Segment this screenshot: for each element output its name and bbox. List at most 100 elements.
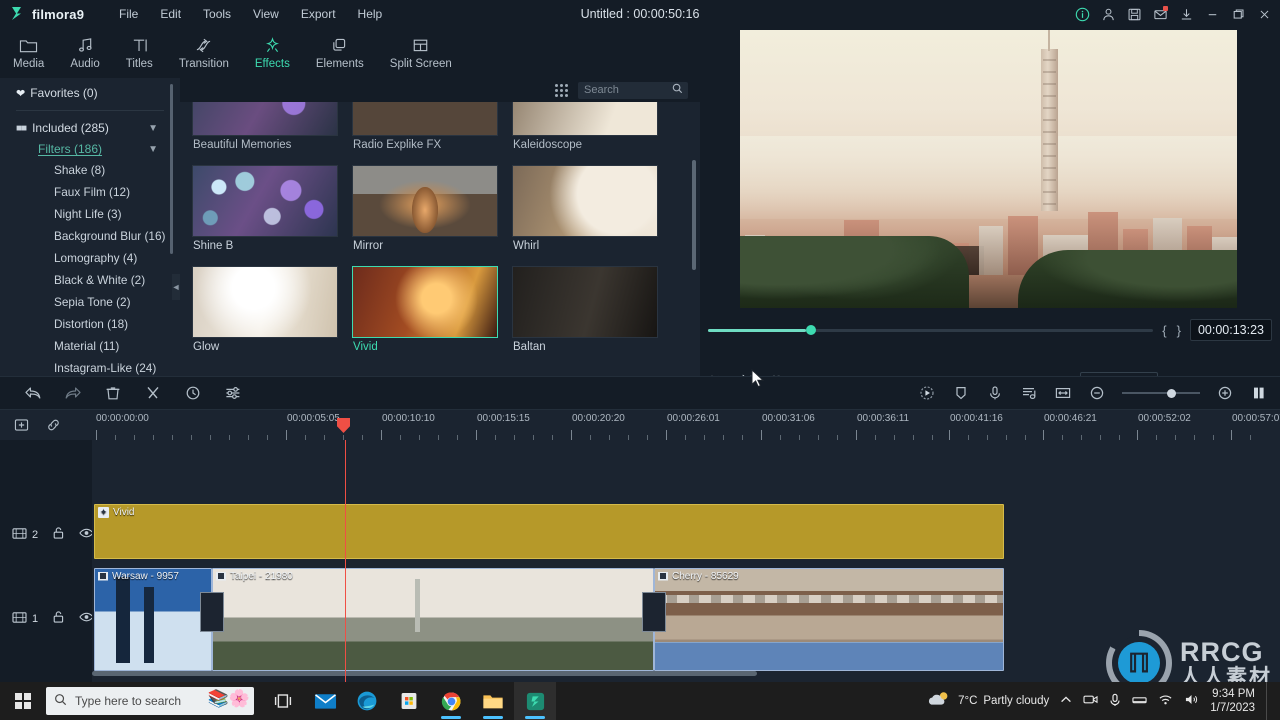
info-icon[interactable] — [1070, 2, 1094, 26]
effect-thumbnail[interactable] — [512, 102, 658, 136]
seek-slider[interactable] — [708, 325, 1154, 335]
tab-media[interactable]: Media — [0, 28, 57, 78]
effect-cell-whirl[interactable]: Whirl — [512, 165, 658, 252]
timeline-ruler[interactable]: 00:00:00:00 00:00:05:05 00:00:10:10 00:0… — [92, 410, 1280, 440]
seek-handle[interactable] — [805, 325, 816, 335]
tray-camera-icon[interactable] — [1083, 693, 1098, 709]
grid-view-icon[interactable] — [555, 83, 568, 97]
undo-button[interactable] — [24, 384, 42, 402]
timeline-zoom-handle[interactable] — [1167, 388, 1177, 398]
timeline-horizontal-scrollbar[interactable] — [92, 671, 757, 676]
mail-app-icon[interactable] — [304, 682, 346, 720]
render-preview-button[interactable] — [918, 384, 936, 402]
tab-transition[interactable]: Transition — [166, 28, 242, 78]
chrome-app-icon[interactable] — [430, 682, 472, 720]
sidebar-item-shake[interactable]: Shake (8) — [0, 159, 180, 181]
tab-effects[interactable]: Effects — [242, 28, 303, 78]
effect-thumbnail[interactable] — [192, 165, 338, 237]
effect-cell-glow[interactable]: Glow — [192, 266, 338, 353]
search-input[interactable] — [584, 84, 672, 96]
close-icon[interactable] — [1252, 2, 1276, 26]
track-lock-icon[interactable] — [52, 526, 65, 543]
split-button[interactable] — [144, 384, 162, 402]
sidebar-collapse-handle[interactable]: ◄ — [172, 274, 180, 300]
tab-audio[interactable]: Audio — [57, 28, 112, 78]
effect-thumbnail[interactable] — [192, 102, 338, 136]
chevron-down-icon[interactable]: ▼ — [148, 123, 158, 134]
sidebar-item-black-and-white[interactable]: Black & White (2) — [0, 269, 180, 291]
sidebar-item-lomography[interactable]: Lomography (4) — [0, 247, 180, 269]
tray-notification-icon[interactable] — [1132, 694, 1147, 709]
menu-item-file[interactable]: File — [108, 3, 149, 25]
sidebar-group-included[interactable]: ■■ Included (285) ▼ — [0, 117, 180, 139]
effect-cell-shine-b[interactable]: Shine B — [192, 165, 338, 252]
chevron-down-icon[interactable]: ▼ — [148, 144, 158, 155]
fit-timeline-button[interactable] — [1054, 384, 1072, 402]
zoom-out-button[interactable] — [1088, 384, 1106, 402]
tab-elements[interactable]: Elements — [303, 28, 377, 78]
taskbar-clock[interactable]: 9:34 PM 1/7/2023 — [1210, 687, 1255, 716]
edge-app-icon[interactable] — [346, 682, 388, 720]
timeline-clip-cherry[interactable]: Cherry - 85629 — [654, 568, 1004, 671]
speed-button[interactable] — [184, 384, 202, 402]
effect-cell[interactable]: Kaleidoscope — [512, 102, 658, 151]
effect-thumbnail[interactable] — [192, 266, 338, 338]
transition-marker-1[interactable] — [200, 592, 224, 632]
tray-expand-icon[interactable] — [1060, 695, 1072, 708]
timeline-zoom-slider[interactable] — [1122, 388, 1200, 398]
browser-scrollbar[interactable] — [692, 160, 696, 270]
track-lock-icon[interactable] — [52, 610, 65, 627]
effect-thumbnail[interactable] — [512, 266, 658, 338]
link-clips-button[interactable] — [44, 416, 62, 434]
sidebar-item-favorites[interactable]: ❤ Favorites (0) — [0, 78, 180, 108]
mark-out-icon[interactable]: } — [1176, 323, 1182, 338]
show-desktop-button[interactable] — [1266, 682, 1272, 720]
delete-button[interactable] — [104, 384, 122, 402]
weather-widget[interactable]: 7°C Partly cloudy — [928, 690, 1049, 712]
timeline-clip-taipei[interactable]: Taipei - 21980 — [212, 568, 654, 671]
filmora-app-icon[interactable] — [514, 682, 556, 720]
download-icon[interactable] — [1174, 2, 1198, 26]
effect-thumbnail[interactable] — [352, 102, 498, 136]
preview-timecode[interactable]: 00:00:13:23 — [1189, 319, 1272, 341]
audio-mixer-button[interactable] — [1020, 384, 1038, 402]
menu-item-export[interactable]: Export — [290, 3, 347, 25]
effect-cell-baltan[interactable]: Baltan — [512, 266, 658, 353]
taskbar-search[interactable]: Type here to search 📚🌸 — [46, 687, 254, 715]
marker-button[interactable] — [952, 384, 970, 402]
sidebar-item-background-blur[interactable]: Background Blur (16) — [0, 225, 180, 247]
menu-item-view[interactable]: View — [242, 3, 290, 25]
file-explorer-icon[interactable] — [472, 682, 514, 720]
effect-cell[interactable]: Radio Explike FX — [352, 102, 498, 151]
store-app-icon[interactable] — [388, 682, 430, 720]
effect-thumbnail[interactable] — [352, 266, 498, 338]
add-track-button[interactable] — [12, 416, 30, 434]
mail-icon[interactable] — [1148, 2, 1172, 26]
sidebar-item-instagram-like[interactable]: Instagram-Like (24) — [0, 357, 180, 376]
task-view-icon[interactable] — [262, 682, 304, 720]
effect-thumbnail[interactable] — [352, 165, 498, 237]
menu-item-edit[interactable]: Edit — [149, 3, 192, 25]
tab-titles[interactable]: Titles — [113, 28, 166, 78]
detach-panel-button[interactable] — [1250, 384, 1268, 402]
sidebar-item-night-life[interactable]: Night Life (3) — [0, 203, 180, 225]
timeline-canvas[interactable]: ✦ Vivid Warsaw - 9957 Taipei - 21980 Che… — [92, 440, 1280, 682]
transition-marker-2[interactable] — [642, 592, 666, 632]
minimize-icon[interactable] — [1200, 2, 1224, 26]
menu-item-tools[interactable]: Tools — [192, 3, 242, 25]
mark-in-icon[interactable]: { — [1161, 323, 1167, 338]
redo-button[interactable] — [64, 384, 82, 402]
sidebar-subgroup-filters[interactable]: Filters (186) ▼ — [0, 139, 180, 159]
sidebar-item-material[interactable]: Material (11) — [0, 335, 180, 357]
video-preview[interactable] — [740, 30, 1237, 308]
timeline-clip-warsaw[interactable]: Warsaw - 9957 — [94, 568, 212, 671]
menu-item-help[interactable]: Help — [347, 3, 394, 25]
effect-cell-vivid[interactable]: Vivid — [352, 266, 498, 353]
timeline-clip-effect-vivid[interactable]: ✦ Vivid — [94, 504, 1004, 559]
account-icon[interactable] — [1096, 2, 1120, 26]
effect-thumbnail[interactable] — [512, 165, 658, 237]
restore-icon[interactable] — [1226, 2, 1250, 26]
sidebar-item-faux-film[interactable]: Faux Film (12) — [0, 181, 180, 203]
start-button[interactable] — [0, 682, 46, 720]
effect-cell[interactable]: Beautiful Memories — [192, 102, 338, 151]
